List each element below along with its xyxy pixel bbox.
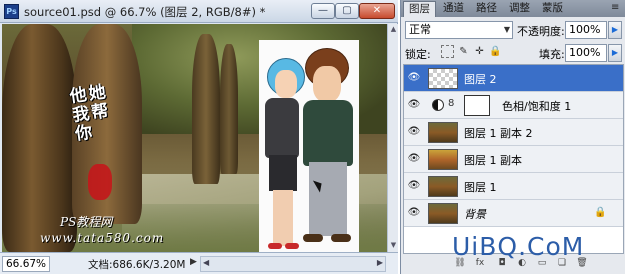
eye-icon[interactable]: 👁 [407,207,421,219]
layer-thumbnail [428,122,458,143]
lock-all-icon[interactable]: 🔒 [489,45,502,58]
layer-row[interactable]: 👁 图层 1 副本 2 [404,119,623,146]
opacity-slider-arrow-icon[interactable]: ▶ [608,21,622,39]
characters-layer[interactable] [259,40,359,252]
layer-thumbnail [428,149,458,170]
layer-name: 图层 1 [464,181,497,194]
eye-icon[interactable]: 👁 [407,180,421,192]
scroll-right-icon[interactable]: ▶ [377,258,383,267]
horizontal-scrollbar[interactable]: ◀ ▶ [200,256,386,272]
girl-body [265,98,299,158]
watermark-site-name: PS教程网 [60,215,113,229]
lock-position-icon[interactable]: ✛ [473,45,486,58]
tab-layers[interactable]: 图层 [403,1,436,17]
fill-input[interactable]: 100% [565,44,607,62]
brand-watermark: UiBQ.CoM [452,232,585,261]
layer-mask-thumbnail[interactable] [464,95,490,116]
tab-paths[interactable]: 路径 [471,1,502,17]
layer-name: 图层 2 [464,73,497,86]
layer-row[interactable]: 👁 8 色相/饱和度 1 [404,92,623,119]
layer-row[interactable]: 👁 背景 🔒 [404,200,623,227]
fill-label: 填充: [539,48,565,61]
document-window: Ps source01.psd @ 66.7% (图层 2, RGB/8#) *… [0,0,398,274]
lock-paint-icon[interactable]: ✎ [457,45,470,58]
opacity-label: 不透明度: [517,25,565,38]
boy-shoe [303,234,323,242]
chain-link-icon[interactable]: 8 [448,98,454,109]
canvas-tree-trunk [192,34,220,184]
document-title: source01.psd @ 66.7% (图层 2, RGB/8#) * [24,5,266,19]
maximize-button[interactable]: ▢ [335,3,359,19]
watermark-url: www.tata580.com [40,231,165,245]
layer-name: 图层 1 副本 [464,154,522,167]
girl-face [275,70,297,98]
layers-list[interactable]: 👁 图层 2 👁 8 色相/饱和度 1 👁 图层 1 副本 2 👁 图层 1 副… [403,64,624,254]
scroll-up-icon[interactable]: ▲ [389,25,398,35]
girl-legs [273,190,293,246]
layer-row[interactable]: 👁 图层 1 [404,173,623,200]
document-size-info: 文档:686.6K/3.20M [88,259,186,271]
girl-skirt [269,155,297,191]
chevron-down-icon: ▼ [503,25,510,34]
scroll-down-icon[interactable]: ▼ [389,241,398,251]
blend-mode-select[interactable]: 正常 ▼ [405,21,513,39]
girl-shoe [285,243,299,249]
panel-tab-bar: 图层 通道 路径 调整 蒙版 ≡ [401,0,625,17]
zoom-level-field[interactable]: 66.67% [2,256,50,272]
eye-icon[interactable]: 👁 [407,153,421,165]
calligraphy-char: 你 [73,122,96,145]
girl-shoe [268,243,282,249]
red-seal [88,164,112,200]
status-bar: 66.67% 文档:686.6K/3.20M ▶ ◀ ▶ [0,252,398,274]
layer-row[interactable]: 👁 图层 2 [404,65,623,92]
layer-row[interactable]: 👁 图层 1 副本 [404,146,623,173]
layer-name: 图层 1 副本 2 [464,127,533,140]
layer-name: 背景 [464,208,486,221]
panel-menu-icon[interactable]: ≡ [611,2,623,14]
vertical-scrollbar[interactable]: ▲ ▼ [387,24,398,252]
tab-adjustments[interactable]: 调整 [504,1,535,17]
fill-slider-arrow-icon[interactable]: ▶ [608,44,622,62]
tab-masks[interactable]: 蒙版 [537,1,568,17]
calligraphy-char: 帮 [90,100,112,124]
boy-pants [309,162,347,236]
close-button[interactable]: ✕ [359,3,395,19]
layer-thumbnail [428,176,458,197]
eye-icon[interactable]: 👁 [407,72,421,84]
background-lock-icon: 🔒 [594,207,607,218]
hue-saturation-adjustment-icon [432,99,444,111]
canvas-tree-trunk [220,44,238,174]
opacity-input[interactable]: 100% [565,21,607,39]
document-titlebar[interactable]: Ps source01.psd @ 66.7% (图层 2, RGB/8#) *… [0,0,398,23]
lock-label: 锁定: [405,48,431,61]
lock-transparency-icon[interactable] [441,45,454,58]
layer-name: 色相/饱和度 1 [502,100,572,113]
boy-face [313,66,341,102]
eye-icon[interactable]: 👁 [407,99,421,111]
image-canvas[interactable]: 他她 我帮 你 PS教程网 www.tata580.com [2,24,387,252]
status-menu-arrow-icon[interactable]: ▶ [190,257,197,267]
scroll-left-icon[interactable]: ◀ [203,258,209,267]
eye-icon[interactable]: 👁 [407,126,421,138]
calligraphy-text: 他她 我帮 你 [69,80,136,167]
blend-mode-value: 正常 [409,23,431,36]
photoshop-icon: Ps [4,4,19,19]
layer-thumbnail [428,68,458,89]
minimize-button[interactable]: — [311,3,335,19]
tab-channels[interactable]: 通道 [438,1,469,17]
boy-shoe [331,234,351,242]
boy-jacket [303,100,353,166]
layer-thumbnail [428,203,458,224]
